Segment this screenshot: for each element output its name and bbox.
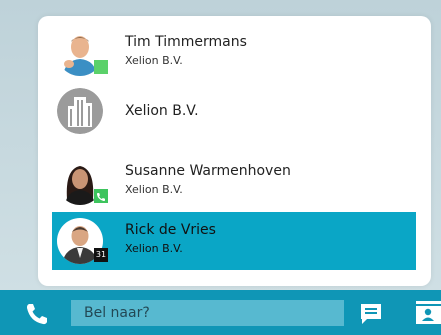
- contact-item-tim-timmermans[interactable]: Tim Timmermans Xelion B.V.: [52, 24, 416, 82]
- on-call-phone-icon: [94, 189, 108, 203]
- calendar-meeting-icon: 31: [94, 248, 108, 262]
- avatar-wrap: [57, 159, 108, 205]
- contact-name: Xelion B.V.: [125, 103, 199, 119]
- avatar-wrap: 31: [57, 218, 108, 264]
- contact-item-susanne-warmenhoven[interactable]: Susanne Warmenhoven Xelion B.V.: [52, 153, 416, 211]
- contact-item-rick-de-vries[interactable]: 31 Rick de Vries Xelion B.V.: [52, 212, 416, 270]
- contact-suggestions-popup: Tim Timmermans Xelion B.V. Xelion B.V. S…: [38, 16, 431, 286]
- building-icon: [57, 88, 103, 134]
- contact-company: Xelion B.V.: [125, 183, 183, 196]
- contact-company: Xelion B.V.: [125, 242, 183, 255]
- contacts-book-icon[interactable]: [414, 300, 441, 327]
- presence-available-icon: [94, 60, 108, 74]
- avatar-wrap: [57, 88, 103, 134]
- phone-icon[interactable]: [24, 301, 50, 327]
- bottom-bar: [0, 290, 441, 335]
- dial-search-input[interactable]: [71, 300, 344, 326]
- contact-item-xelion-bv[interactable]: Xelion B.V.: [52, 82, 416, 140]
- avatar-wrap: [57, 30, 108, 76]
- contact-company: Xelion B.V.: [125, 54, 183, 67]
- contact-name: Susanne Warmenhoven: [125, 163, 291, 179]
- contact-name: Tim Timmermans: [125, 34, 247, 50]
- contact-name: Rick de Vries: [125, 222, 216, 238]
- chat-icon[interactable]: [359, 303, 383, 325]
